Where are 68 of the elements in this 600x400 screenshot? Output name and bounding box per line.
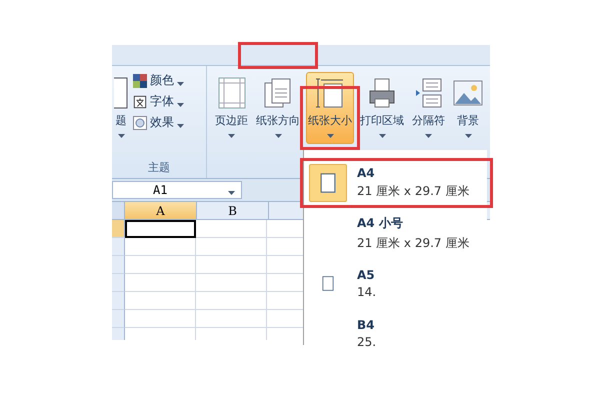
paper-name: B4 (357, 318, 376, 332)
theme-option-button[interactable]: 字体 (133, 93, 184, 110)
name-box[interactable]: A1 (112, 181, 242, 199)
select-all-corner[interactable] (112, 202, 125, 220)
effects-circle-icon (133, 116, 147, 130)
row-header[interactable] (112, 274, 125, 292)
caret-icon (118, 134, 124, 138)
theme-option-button[interactable]: 颜色 (133, 72, 184, 89)
font-glyph-icon (133, 94, 147, 108)
row-header[interactable] (112, 220, 125, 238)
theme-icon (114, 77, 128, 109)
grid-cell[interactable] (125, 310, 196, 328)
pages-icon (263, 77, 293, 109)
paper-size-option[interactable]: A4 21 厘米 x 29.7 厘米 (303, 161, 490, 205)
grid-cell[interactable] (125, 256, 196, 274)
grid-cell[interactable] (196, 238, 267, 256)
color-swatch-icon (133, 74, 147, 88)
grid-cell[interactable] (125, 292, 196, 310)
paper-size-option[interactable]: A4 小号 21 厘米 x 29.7 厘米 (303, 211, 490, 255)
grid-cell[interactable] (196, 310, 267, 328)
caret-icon (177, 124, 184, 128)
caret-icon (425, 134, 432, 138)
paper-dimensions: 21 厘米 x 29.7 厘米 (357, 234, 470, 252)
page-break-icon (414, 77, 444, 109)
page-setup-button[interactable]: 分隔符 (410, 72, 447, 144)
paper-size-option[interactable]: A5 14. (303, 261, 490, 305)
grid-cell[interactable] (125, 238, 196, 256)
page-icon (320, 172, 336, 194)
highlight-frame (300, 86, 360, 150)
paper-size-option[interactable]: B4 25. (303, 311, 490, 355)
page-setup-button[interactable]: 纸张方向 (254, 72, 302, 144)
theme-option-button[interactable]: 效果 (133, 114, 184, 131)
paper-dimensions: 25. (357, 334, 376, 348)
caret-icon (378, 134, 386, 138)
grid-cell[interactable] (125, 274, 196, 292)
caret-icon (326, 134, 334, 138)
grid-cell[interactable] (196, 274, 267, 292)
caret-icon (464, 134, 472, 138)
caret-icon (228, 191, 235, 195)
page-setup-button[interactable]: 纸张大小 (306, 72, 354, 144)
caret-icon (177, 82, 184, 86)
paper-name: A4 (357, 166, 376, 180)
grid-cell[interactable] (196, 292, 267, 310)
row-header[interactable] (112, 310, 125, 328)
page-icon (322, 274, 334, 292)
caret-icon (177, 102, 184, 106)
active-cell[interactable] (125, 220, 196, 238)
printer-icon (367, 77, 397, 109)
page-setup-button[interactable]: 背景 (451, 72, 485, 144)
paper-size-icon (315, 77, 345, 109)
paper-dimensions: 21 厘米 x 29.7 厘米 (357, 183, 470, 200)
page-setup-button[interactable]: 页边距 (213, 72, 250, 144)
paper-name: A5 (357, 268, 376, 282)
grid-cell[interactable] (196, 256, 267, 274)
page-setup-button[interactable]: 打印区域 (358, 72, 406, 144)
row-header[interactable] (112, 238, 125, 256)
group-label: 主题 (147, 160, 171, 176)
row-header[interactable] (112, 256, 125, 274)
grid-cell[interactable] (196, 220, 267, 238)
paper-dimensions: 14. (357, 284, 376, 298)
caret-icon (228, 134, 235, 138)
column-header[interactable]: B (197, 202, 269, 220)
page-margins-icon (218, 77, 246, 109)
theme-button[interactable]: 题 (112, 72, 130, 144)
row-header[interactable] (112, 292, 125, 310)
caret-icon (274, 134, 282, 138)
paper-name: A4 小号 (357, 214, 404, 232)
column-header[interactable]: A (125, 202, 197, 220)
